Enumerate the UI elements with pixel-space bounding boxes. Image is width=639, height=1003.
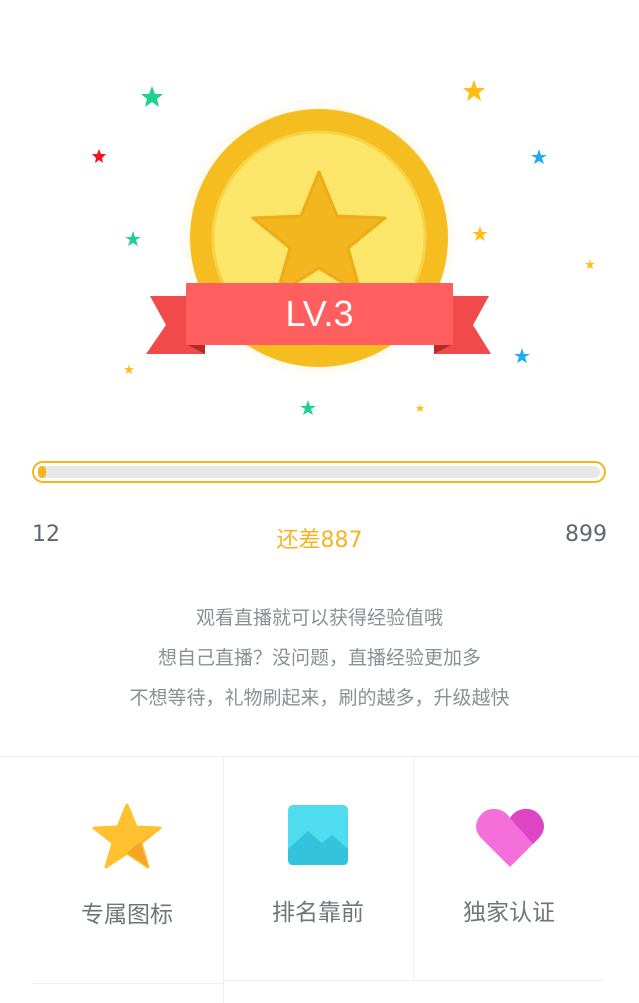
grid-divider: [224, 980, 604, 981]
perk-verification[interactable]: 独家认证: [414, 757, 604, 980]
confetti-star-icon: [463, 80, 485, 101]
confetti-star-icon: [416, 404, 424, 412]
grid-divider: [32, 983, 223, 984]
confetti-star-icon: [141, 86, 163, 107]
description-line-2: 想自己直播？没问题，直播经验更加多: [157, 647, 481, 669]
perk-label: 专属图标: [81, 902, 173, 928]
description-line-3: 不想等待，礼物刷起来，刷的越多，升级越快: [129, 687, 510, 709]
progress-track: [38, 466, 600, 478]
perk-label: 排名靠前: [272, 900, 364, 926]
next-level-exp: 899: [565, 522, 607, 547]
level-label: LV.3: [285, 293, 354, 334]
confetti-star-icon: [124, 364, 134, 374]
confetti-star-icon: [92, 149, 106, 163]
perk-exclusive-icon[interactable]: 专属图标: [32, 757, 223, 983]
remaining-exp: 还差887: [276, 528, 363, 553]
star-icon: [92, 803, 162, 869]
progress-fill: [38, 466, 46, 478]
confetti-star-icon: [472, 226, 488, 241]
confetti-star-icon: [514, 348, 530, 363]
picture-icon: [288, 805, 348, 865]
confetti-star-icon: [531, 149, 547, 164]
confetti-star-icon: [125, 231, 141, 246]
level-badge: [92, 80, 595, 415]
heart-icon: [476, 808, 544, 867]
perk-ranking[interactable]: 排名靠前: [224, 757, 413, 980]
level-progress-bar: [32, 461, 606, 483]
confetti-star-icon: [585, 259, 595, 269]
confetti-star-icon: [300, 400, 316, 415]
description-line-1: 观看直播就可以获得经验值哦: [195, 607, 443, 629]
perk-label: 独家认证: [463, 900, 555, 926]
